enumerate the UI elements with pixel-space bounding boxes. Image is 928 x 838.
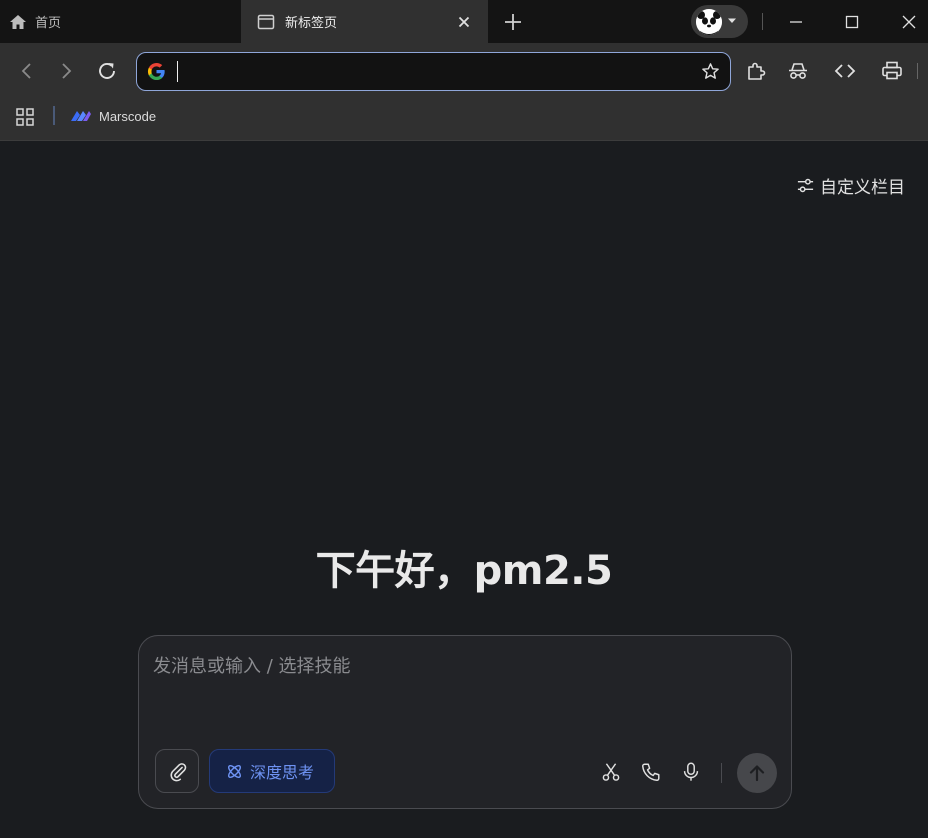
title-bar: 首页 新标签页 [0, 0, 928, 43]
sliders-icon [796, 176, 815, 195]
print-icon[interactable] [880, 59, 904, 83]
chat-input-box: 深度思考 [138, 635, 792, 809]
bookmark-star-icon[interactable] [701, 62, 720, 81]
avatar [696, 9, 722, 35]
extensions-icon[interactable] [744, 59, 768, 83]
url-input[interactable] [177, 61, 677, 82]
incognito-icon[interactable] [786, 59, 810, 83]
home-icon [9, 14, 27, 30]
chat-input[interactable] [153, 652, 773, 732]
send-button[interactable] [737, 753, 777, 793]
customize-label: 自定义栏目 [820, 177, 905, 198]
back-button[interactable] [15, 59, 39, 83]
microphone-icon[interactable] [680, 761, 702, 783]
divider [917, 63, 918, 79]
google-icon [147, 62, 166, 81]
maximize-button[interactable] [842, 12, 862, 32]
close-tab-icon[interactable] [456, 14, 472, 30]
bookmark-marscode[interactable]: Marscode [70, 106, 156, 126]
code-icon[interactable] [833, 59, 857, 83]
marscode-logo [70, 109, 92, 123]
address-bar[interactable] [136, 52, 731, 91]
deep-think-button[interactable]: 深度思考 [209, 749, 335, 793]
phone-icon[interactable] [640, 761, 662, 783]
forward-button[interactable] [54, 59, 78, 83]
tab-label: 首页 [35, 16, 62, 31]
close-window-button[interactable] [899, 12, 919, 32]
scissors-icon[interactable] [600, 761, 622, 783]
attach-button[interactable] [155, 749, 199, 793]
divider [53, 106, 55, 125]
atom-icon [225, 762, 244, 781]
profile-button[interactable] [691, 5, 748, 38]
bookmarks-bar: Marscode [0, 99, 928, 141]
customize-button[interactable]: 自定义栏目 [796, 174, 905, 198]
tab-label: 新标签页 [285, 16, 338, 31]
divider [721, 763, 722, 783]
chevron-down-icon [727, 17, 737, 25]
divider [762, 13, 763, 30]
page-icon [257, 14, 275, 30]
apps-grid-icon[interactable] [15, 107, 35, 127]
toolbar [0, 43, 928, 99]
minimize-button[interactable] [786, 12, 806, 32]
tab-new-tab[interactable]: 新标签页 [241, 0, 488, 43]
bookmark-label: Marscode [99, 108, 157, 124]
tab-home[interactable]: 首页 [0, 0, 240, 43]
deep-think-label: 深度思考 [250, 763, 315, 782]
new-tab-button[interactable] [502, 11, 524, 33]
greeting-title: 下午好，pm2.5 [315, 548, 613, 594]
reload-button[interactable] [95, 59, 119, 83]
